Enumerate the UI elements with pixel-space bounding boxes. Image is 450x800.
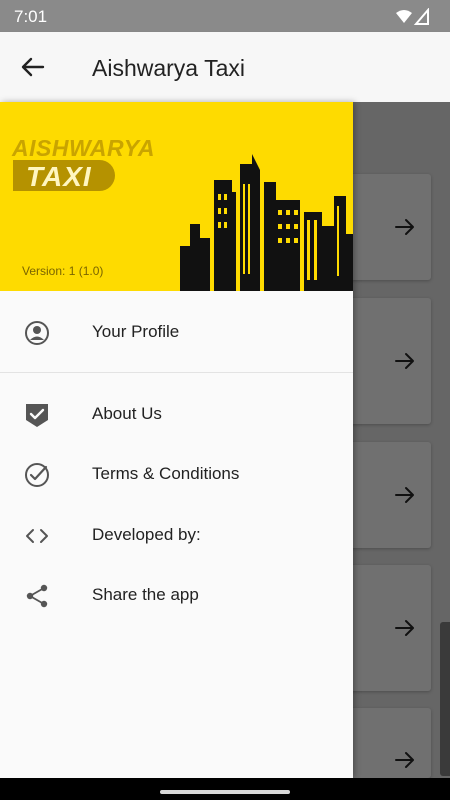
brand-name-top: AISHWARYA xyxy=(12,135,155,161)
brand-name-bottom: TAXI xyxy=(26,161,92,192)
home-gesture-bar[interactable] xyxy=(160,790,290,794)
status-time: 7:01 xyxy=(14,7,48,26)
menu-item-about-us[interactable]: About Us xyxy=(0,384,353,444)
app-version: Version: 1 (1.0) xyxy=(22,264,104,278)
arrow-right-icon xyxy=(395,219,414,235)
drawer-header: AISHWARYA TAXI Version: 1 (1.0) xyxy=(0,102,353,291)
menu-item-developed-by[interactable]: Developed by: xyxy=(0,505,353,565)
status-bar: 7:01 xyxy=(0,0,450,32)
code-icon xyxy=(26,529,48,543)
arrow-right-icon xyxy=(395,752,414,768)
navigation-drawer: AISHWARYA TAXI Version: 1 (1.0) Your Pro… xyxy=(0,102,353,778)
menu-item-share-app[interactable]: Share the app xyxy=(0,565,353,625)
signal-wifi-icon xyxy=(396,8,429,25)
menu-label: Developed by: xyxy=(92,525,201,544)
menu-label: Terms & Conditions xyxy=(92,464,240,483)
menu-item-terms-conditions[interactable]: Terms & Conditions xyxy=(0,444,353,504)
app-bar: Aishwarya Taxi xyxy=(0,32,450,102)
arrow-right-icon xyxy=(395,353,414,369)
menu-label: Share the app xyxy=(92,585,199,604)
arrow-right-icon xyxy=(395,620,414,636)
shield-check-icon xyxy=(26,404,48,427)
menu-item-your-profile[interactable]: Your Profile xyxy=(0,302,353,362)
system-nav-bar xyxy=(0,778,450,800)
profile-icon xyxy=(25,321,49,345)
app-title: Aishwarya Taxi xyxy=(92,55,245,81)
city-skyline-illustration xyxy=(180,154,353,291)
back-arrow-icon[interactable] xyxy=(18,52,48,82)
arrow-right-icon xyxy=(395,487,414,503)
check-circle-icon xyxy=(25,463,49,487)
menu-label: Your Profile xyxy=(92,322,180,341)
share-icon xyxy=(26,584,48,608)
side-handle[interactable] xyxy=(440,622,450,776)
divider xyxy=(0,372,353,373)
menu-label: About Us xyxy=(92,404,162,423)
